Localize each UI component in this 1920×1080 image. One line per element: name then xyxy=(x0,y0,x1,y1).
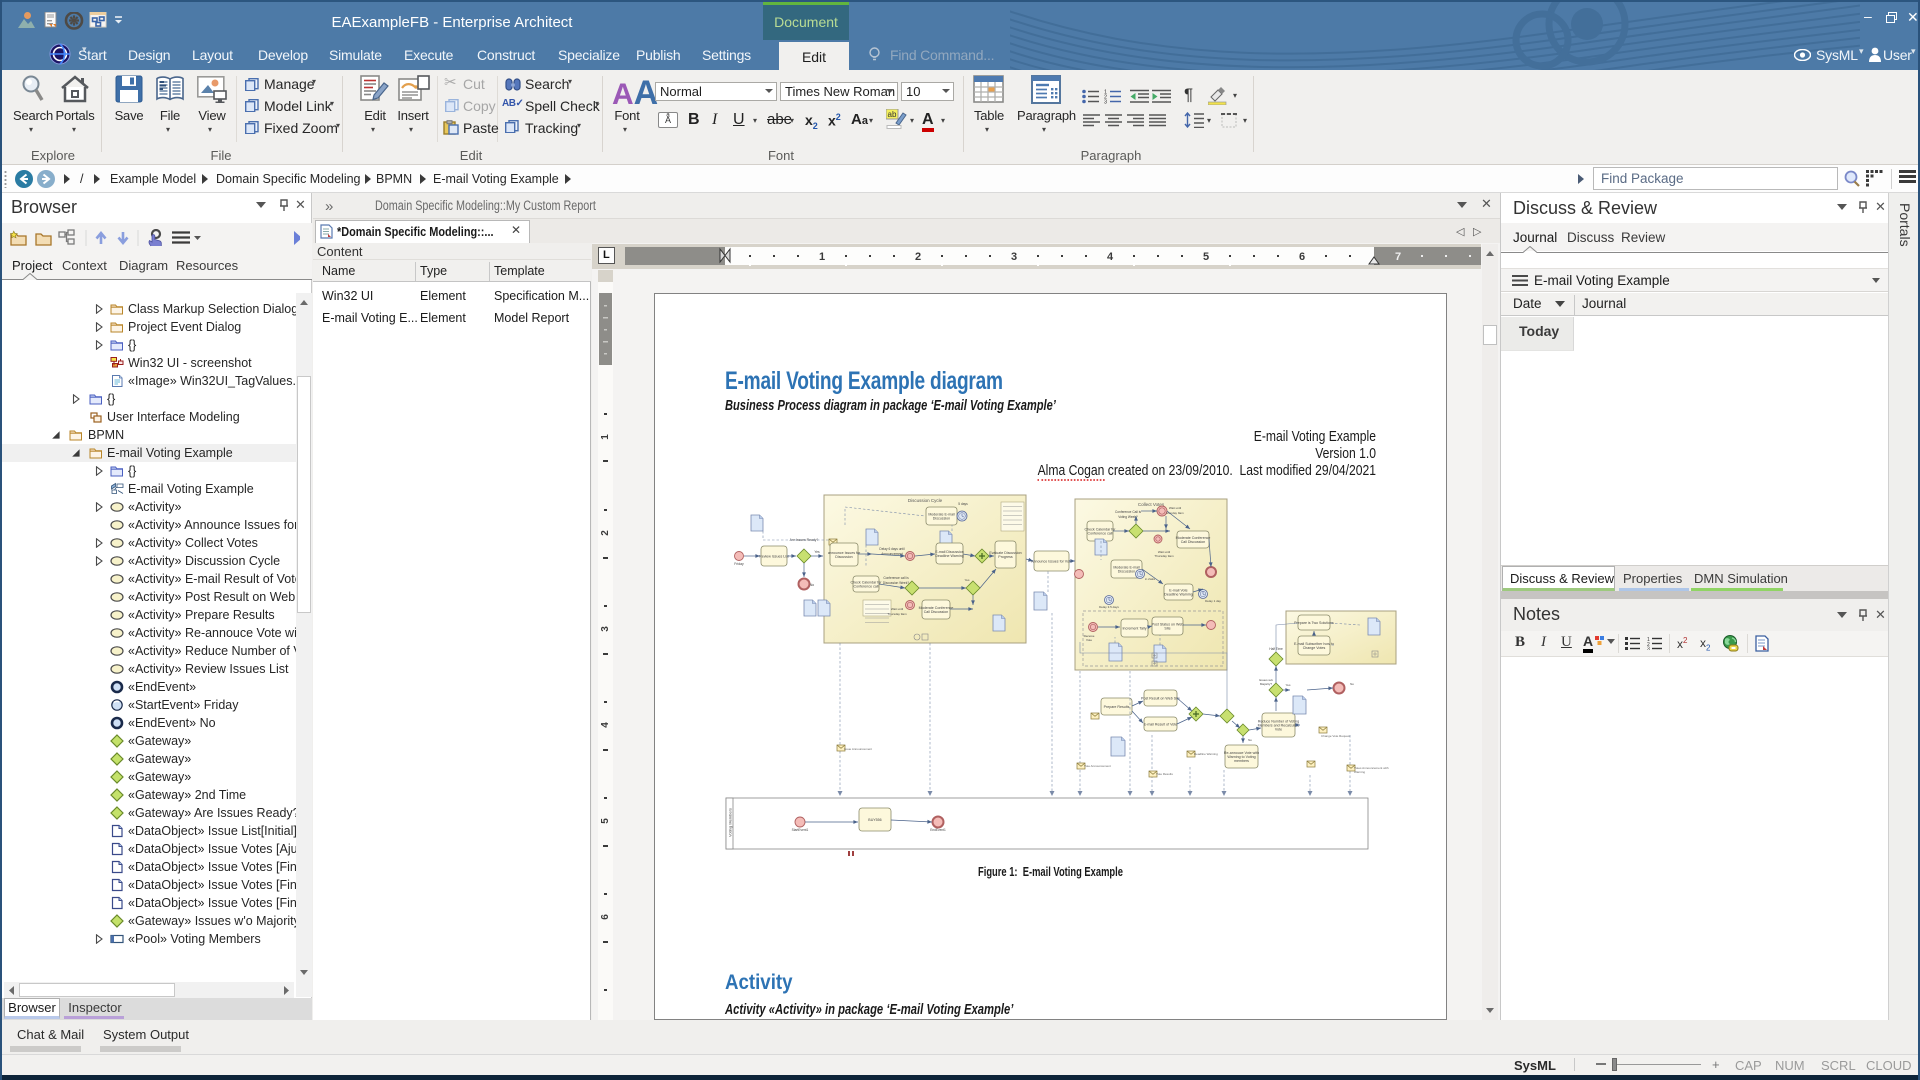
svg-text:BUY556: BUY556 xyxy=(868,818,881,822)
svg-text:Deadline Warning: Deadline Warning xyxy=(935,554,963,558)
svg-text:Yes: Yes xyxy=(1286,683,1291,687)
svg-text:Yes: Yes xyxy=(965,578,970,582)
svg-text:Discussion Cycle: Discussion Cycle xyxy=(908,498,943,503)
svg-text:Call Discussion: Call Discussion xyxy=(1181,540,1206,544)
svg-text:No: No xyxy=(810,583,814,587)
svg-text:Progress: Progress xyxy=(998,555,1013,559)
svg-text:Deadline Warning: Deadline Warning xyxy=(1164,593,1192,597)
svg-text:Thursday 9am: Thursday 9am xyxy=(887,612,907,616)
svg-text:Conference call is: Conference call is xyxy=(883,576,909,580)
svg-text:E-mail Result of Vote: E-mail Result of Vote xyxy=(1144,723,1178,727)
svg-text:Prepare is Two Solutions: Prepare is Two Solutions xyxy=(1294,621,1334,625)
svg-text:Site: Site xyxy=(1164,627,1170,631)
svg-text:Increment Tally: Increment Tally xyxy=(1122,627,1146,631)
svg-text:3: 3 xyxy=(1011,251,1017,263)
svg-text:3: 3 xyxy=(600,626,611,632)
svg-text:Wait until: Wait until xyxy=(1169,506,1182,510)
svg-text:No: No xyxy=(1350,682,1354,686)
svg-text:Warning: Warning xyxy=(1354,770,1365,774)
svg-text:3: 3 xyxy=(1104,100,1107,105)
svg-text:ab: ab xyxy=(888,110,897,119)
svg-text:Call Discussion: Call Discussion xyxy=(924,610,949,614)
svg-text:Change Vote Request: Change Vote Request xyxy=(1321,734,1351,738)
svg-text:4: 4 xyxy=(1107,251,1114,263)
svg-text:Prepare Results: Prepare Results xyxy=(1104,705,1130,709)
svg-text:Thursday 9am: Thursday 9am xyxy=(1154,554,1174,558)
svg-text:EndEvent1: EndEvent1 xyxy=(930,828,946,832)
svg-text:1: 1 xyxy=(600,434,611,440)
svg-text:2: 2 xyxy=(600,530,611,536)
svg-text:Deadline Warning: Deadline Warning xyxy=(1194,752,1218,756)
svg-text:Wait until: Wait until xyxy=(891,607,904,611)
svg-text:Vote Results: Vote Results xyxy=(1156,772,1173,776)
svg-text:Review Issues List: Review Issues List xyxy=(759,555,789,559)
svg-text:Change Votes: Change Votes xyxy=(1303,646,1326,650)
svg-text:Discussion Week?: Discussion Week? xyxy=(883,581,909,585)
svg-text:Majority?: Majority? xyxy=(1260,682,1273,686)
svg-text:Delay 1 day: Delay 1 day xyxy=(1205,599,1221,603)
svg-text:Delay 3.5 days: Delay 3.5 days xyxy=(1099,605,1119,609)
svg-text:4: 4 xyxy=(600,722,611,728)
svg-text:Discussion: Discussion xyxy=(933,517,950,521)
svg-text:Yes: Yes xyxy=(814,550,820,554)
svg-text:StartEvent1: StartEvent1 xyxy=(792,828,809,832)
svg-text:Delay 6 days until: Delay 6 days until xyxy=(879,547,904,551)
svg-text:2: 2 xyxy=(915,251,921,263)
svg-text:Conference call: Conference call xyxy=(854,585,879,589)
svg-text:Conference Call is: Conference Call is xyxy=(1115,510,1141,514)
svg-text:Discussion: Discussion xyxy=(1118,570,1135,574)
svg-text:Post Result on Web Site: Post Result on Web Site xyxy=(1141,697,1180,701)
svg-text:Vote: Vote xyxy=(1086,638,1092,642)
svg-text:6: 6 xyxy=(600,914,611,920)
svg-text:No: No xyxy=(1248,738,1252,742)
svg-text:Vote: Vote xyxy=(1275,728,1282,732)
svg-text:Vote Announcement: Vote Announcement xyxy=(1084,764,1111,768)
svg-text:Issue Announcement: Issue Announcement xyxy=(844,747,872,751)
svg-text:Voting Members: Voting Members xyxy=(728,808,733,837)
svg-text:Friday: Friday xyxy=(734,562,744,566)
svg-text:5 days: 5 days xyxy=(958,502,968,506)
svg-text:5: 5 xyxy=(600,818,611,824)
svg-text:Discussion: Discussion xyxy=(835,555,852,559)
svg-text:members: members xyxy=(1234,759,1249,763)
svg-text:7: 7 xyxy=(1395,251,1401,263)
svg-text:5: 5 xyxy=(1203,251,1209,263)
svg-text:3: 3 xyxy=(1647,647,1650,651)
svg-text:Announce Issues for Vote: Announce Issues for Vote xyxy=(1031,560,1072,564)
svg-text:6: 6 xyxy=(1299,251,1305,263)
svg-text:1: 1 xyxy=(819,251,825,263)
svg-text:Conference call: Conference call xyxy=(1088,532,1113,536)
